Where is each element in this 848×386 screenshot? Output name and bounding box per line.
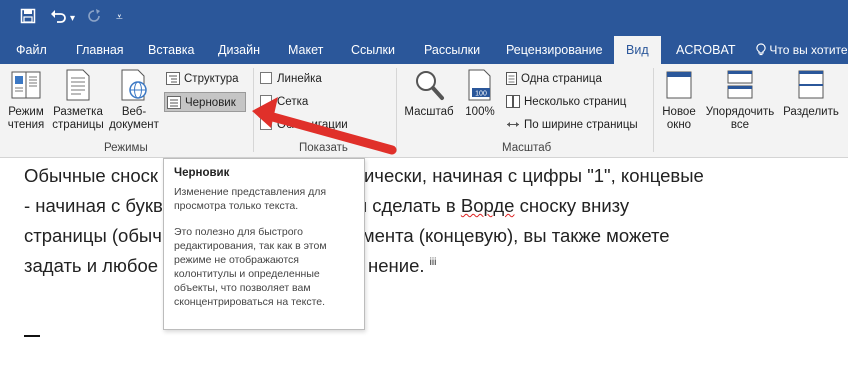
customize-qat-icon[interactable]: ⩡	[116, 8, 123, 26]
document-area[interactable]: Обычные сноск ически, начиная с цифры "1"…	[0, 159, 848, 386]
arrange-all-button[interactable]: Упорядочить все	[702, 68, 778, 132]
multiple-pages-icon	[506, 95, 520, 109]
outline-label: Структура	[184, 73, 239, 85]
read-mode-label: Режим чтения	[7, 106, 45, 131]
tooltip-description: Изменение представления для просмотра то…	[174, 186, 327, 212]
misspelled-word[interactable]: Ворде	[461, 195, 515, 216]
arrange-all-icon	[727, 70, 753, 99]
ribbon-tabs: Файл Главная Вставка Дизайн Макет Ссылки…	[0, 36, 848, 64]
web-layout-button[interactable]: Веб- документ	[106, 68, 162, 132]
tab-file[interactable]: Файл	[16, 36, 47, 64]
outline-icon	[166, 72, 180, 86]
tab-references[interactable]: Ссылки	[351, 36, 395, 64]
tab-view[interactable]: Вид	[614, 36, 661, 64]
print-layout-icon	[66, 69, 90, 101]
tab-design[interactable]: Дизайн	[218, 36, 260, 64]
zoom-group-label: Масштаб	[502, 142, 552, 154]
text-segment: Обычные сноск	[24, 165, 158, 186]
quick-access-toolbar: ▾ ⩡	[0, 0, 848, 36]
web-layout-label: Веб- документ	[109, 106, 159, 131]
one-page-button[interactable]: Одна страница	[504, 69, 605, 89]
tooltip-details: Это полезно для быстрого редактирования,…	[174, 226, 327, 308]
page-width-label: По ширине страницы	[524, 119, 638, 131]
multiple-pages-button[interactable]: Несколько страниц	[504, 92, 629, 112]
text-segment: нение.	[368, 255, 425, 276]
zoom-label: Масштаб	[404, 106, 454, 118]
tab-review[interactable]: Рецензирование	[506, 36, 603, 64]
group-separator	[253, 68, 254, 152]
one-page-label: Одна страница	[521, 73, 602, 85]
split-icon	[798, 70, 824, 99]
undo-icon[interactable]	[50, 8, 68, 29]
undo-dropdown-icon[interactable]: ▾	[70, 10, 75, 28]
web-layout-icon	[121, 69, 147, 101]
save-icon[interactable]	[20, 8, 36, 29]
read-mode-button[interactable]: Режим чтения	[4, 68, 48, 132]
grid-check-box[interactable]	[260, 94, 272, 107]
zoom-100-icon-text: 100	[475, 91, 487, 98]
zoom-100-label: 100%	[465, 106, 495, 118]
text-segment: сноску внизу	[514, 195, 630, 216]
text-segment: мента (концевую), вы также можете	[361, 225, 670, 246]
split-button[interactable]: Разделить	[778, 68, 844, 119]
grid-label: Сетка	[277, 96, 309, 108]
page-width-button[interactable]: По ширине страницы	[504, 115, 641, 135]
magnifier-icon	[416, 71, 444, 100]
tab-insert[interactable]: Вставка	[148, 36, 194, 64]
ruler-check-box[interactable]	[260, 71, 272, 84]
tooltip-title: Черновик	[174, 167, 230, 179]
end-of-document-mark	[24, 335, 40, 337]
endnote-reference: iii	[429, 256, 437, 268]
page-width-icon	[507, 122, 519, 128]
show-group-label: Показать	[299, 142, 348, 154]
navigation-pane-checkbox[interactable]: Обл игации	[258, 115, 351, 135]
text-segment: ически, начиная с цифры "1", концевые	[363, 165, 704, 186]
ruler-checkbox[interactable]: Линейка	[258, 69, 325, 89]
draft-tooltip: Черновик Изменение представления для про…	[163, 158, 365, 330]
text-segment: - начиная с букв	[24, 195, 163, 216]
zoom-100-icon: 100	[468, 69, 491, 101]
grid-checkbox[interactable]: Сетка	[258, 92, 311, 112]
print-layout-button[interactable]: Разметка страницы	[50, 68, 106, 132]
print-layout-label: Разметка страницы	[52, 106, 104, 131]
tab-acrobat[interactable]: ACROBAT	[676, 36, 736, 64]
arrange-all-label: Упорядочить все	[705, 106, 775, 131]
zoom-100-button[interactable]: 100 100%	[460, 68, 500, 119]
new-window-icon	[666, 71, 692, 99]
lightbulb-icon	[756, 43, 769, 57]
new-window-label: Новое окно	[662, 106, 696, 131]
navigation-pane-label: Обл игации	[277, 119, 348, 131]
tab-layout[interactable]: Макет	[288, 36, 323, 64]
split-label: Разделить	[783, 106, 839, 118]
outline-button[interactable]: Структура	[164, 69, 242, 89]
draft-label: Черновик	[185, 97, 236, 109]
zoom-button[interactable]: Масштаб	[400, 68, 458, 119]
modes-group-label: Режимы	[104, 142, 148, 154]
ruler-label: Линейка	[277, 73, 322, 85]
one-page-icon	[506, 72, 517, 86]
group-separator	[396, 68, 397, 152]
text-segment: задать и любое	[24, 255, 159, 276]
group-separator	[653, 68, 654, 152]
text-segment: страницы (обыч	[24, 225, 162, 246]
ribbon: Режим чтения Разметка страницы Веб- доку…	[0, 64, 848, 158]
tell-me-box[interactable]: Что вы хотите	[756, 36, 848, 64]
navigation-pane-check-box[interactable]	[260, 117, 272, 130]
redo-icon[interactable]	[86, 8, 102, 29]
tab-home[interactable]: Главная	[76, 36, 124, 64]
draft-icon	[167, 96, 181, 110]
new-window-button[interactable]: Новое окно	[656, 68, 702, 132]
draft-button[interactable]: Черновик	[164, 92, 246, 112]
tell-me-text: Что вы хотите	[769, 43, 848, 57]
tab-mailings[interactable]: Рассылки	[424, 36, 480, 64]
multiple-pages-label: Несколько страниц	[524, 96, 627, 108]
read-mode-icon	[11, 71, 41, 99]
